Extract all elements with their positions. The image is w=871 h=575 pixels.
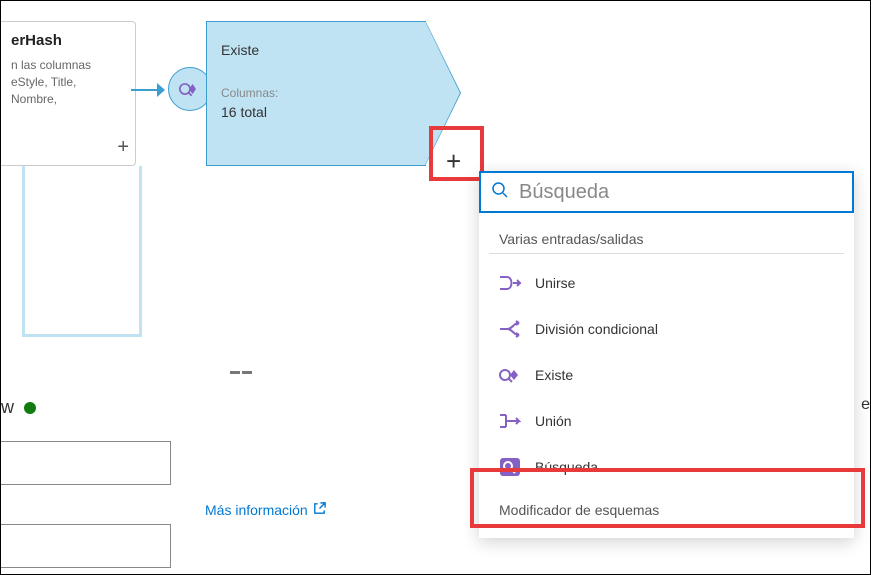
bottom-field-2[interactable]	[1, 524, 171, 568]
status-letter: w	[1, 397, 14, 418]
menu-section-schema-mod: Modificador de esquemas	[489, 496, 844, 524]
transformation-menu: Varias entradas/salidas Unirse División …	[479, 171, 854, 538]
right-edge-text-fragment: e	[861, 396, 870, 414]
menu-item-label: Unirse	[535, 275, 575, 291]
search-box[interactable]	[479, 171, 854, 213]
join-icon	[499, 272, 521, 294]
menu-item-join[interactable]: Unirse	[479, 260, 854, 306]
menu-item-label: Existe	[535, 367, 573, 383]
exists-node[interactable]: Existe Columnas: 16 total	[206, 21, 446, 166]
panel-drag-handle[interactable]	[226, 371, 256, 379]
exists-columns-value: 16 total	[221, 104, 412, 120]
menu-item-exists[interactable]: Existe	[479, 352, 854, 398]
bottom-field-1[interactable]	[1, 441, 171, 485]
menu-item-conditional-split[interactable]: División condicional	[479, 306, 854, 352]
node-left-desc: n las columnas eStyle, Title, Nombre,	[11, 57, 125, 107]
exists-icon	[499, 364, 521, 386]
more-info-link[interactable]: Más información	[205, 501, 327, 519]
pipe-horizontal	[22, 334, 142, 337]
pipe-vertical	[22, 166, 25, 336]
status-row: w	[1, 397, 36, 418]
node-left-title: erHash	[11, 32, 125, 49]
status-dot-green	[24, 402, 36, 414]
add-after-left-button[interactable]: +	[117, 136, 129, 159]
menu-item-label: Búsqueda	[535, 459, 598, 475]
union-icon	[499, 410, 521, 432]
add-transformation-button[interactable]: +	[446, 146, 461, 177]
menu-item-label: División condicional	[535, 321, 658, 337]
search-icon	[491, 181, 509, 204]
pipe-vertical-2	[139, 166, 142, 336]
search-input[interactable]	[519, 181, 842, 204]
menu-section-multi-io: Varias entradas/salidas	[489, 225, 844, 254]
menu-item-label: Unión	[535, 413, 572, 429]
exists-node-title: Existe	[221, 42, 412, 58]
exists-columns-label: Columnas:	[221, 86, 412, 100]
external-link-icon	[312, 501, 327, 519]
menu-item-lookup[interactable]: Búsqueda	[479, 444, 854, 490]
split-icon	[499, 318, 521, 340]
menu-item-union[interactable]: Unión	[479, 398, 854, 444]
exists-icon	[179, 78, 201, 100]
node-left-partial[interactable]: erHash n las columnas eStyle, Title, Nom…	[1, 21, 136, 166]
connector-arrowhead	[157, 83, 165, 97]
lookup-icon	[499, 456, 521, 478]
more-info-text: Más información	[205, 502, 308, 518]
